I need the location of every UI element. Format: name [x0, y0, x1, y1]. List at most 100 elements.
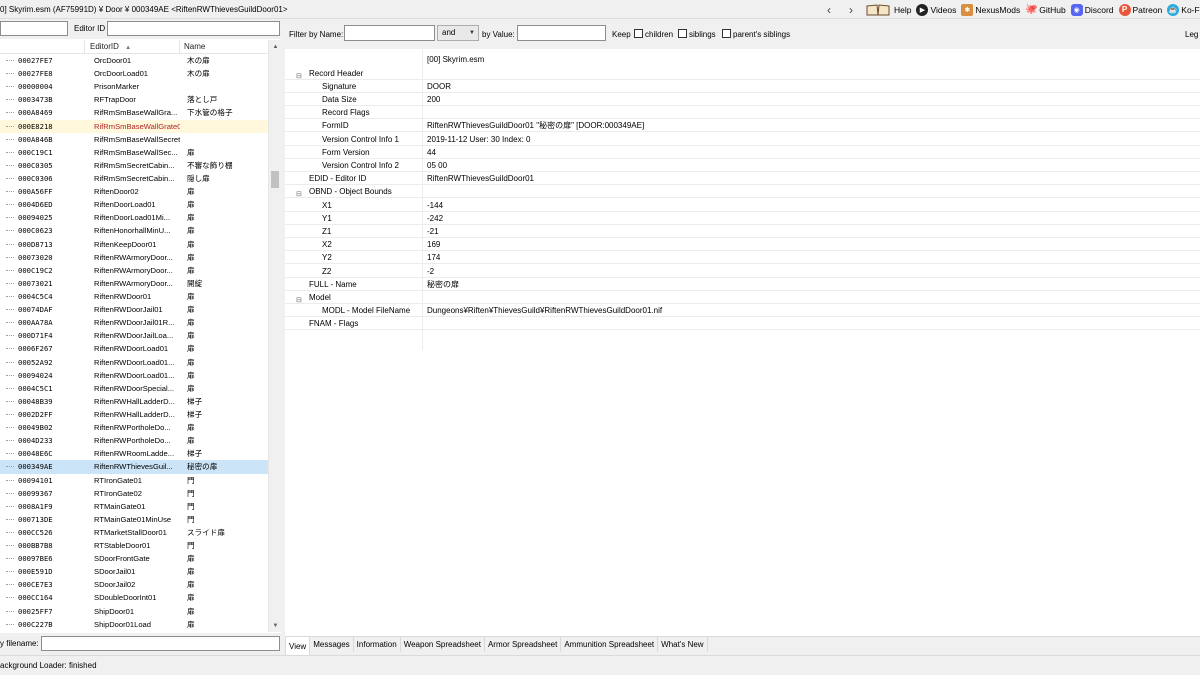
view-row[interactable]: X2 169 [285, 238, 1200, 252]
record-list-scrollbar[interactable]: ▲ ▼ [268, 40, 281, 632]
view-row[interactable]: ⊟ OBND - Object Bounds [285, 185, 1200, 199]
record-list-row[interactable]: 000E8218 RifRmSmBaseWallGrate01Act [0, 119, 268, 133]
record-list-row[interactable]: 000D71F4 RiftenRWDoorJailLoa... 扉 [0, 329, 268, 342]
scrollbar-thumb[interactable] [271, 171, 279, 188]
tree-connector [6, 400, 14, 402]
column-header-name[interactable]: Name [184, 42, 205, 51]
record-list-row[interactable]: 000E591D SDoorJail01 扉 [0, 565, 268, 578]
view-row[interactable]: ⊟ Record Header [285, 67, 1200, 80]
record-list-row[interactable]: 000C19C2 RiftenRWArmoryDoor... 扉 [0, 264, 268, 277]
record-list-row[interactable]: 000C19C1 RifRmSmBaseWallSec... 扉 [0, 146, 268, 159]
list-header: EditorID ▲ Name [0, 40, 268, 54]
videos-link[interactable]: ▶ Videos [916, 3, 956, 16]
record-list-row[interactable]: 00099367 RTIronGate02 門 [0, 487, 268, 500]
view-row[interactable]: FNAM - Flags [285, 317, 1200, 331]
record-list-row[interactable]: 00094101 RTIronGate01 門 [0, 474, 268, 487]
record-list-row[interactable]: 00094025 RiftenDoorLoad01Mi... 扉 [0, 211, 268, 224]
view-row[interactable]: Version Control Info 1 2019-11-12 User: 3… [285, 133, 1200, 146]
record-list-row[interactable]: 000D8713 RiftenKeepDoor01 扉 [0, 238, 268, 251]
record-list-row[interactable]: 00097BE6 SDoorFrontGate 扉 [0, 552, 268, 565]
tab-what-s-new[interactable]: What's New [658, 637, 708, 652]
record-list-row[interactable]: 000A8469 RifRmSmBaseWallGra... 下水管の格子 [0, 106, 268, 119]
record-list-row[interactable]: 000713DE RTMainGate01MinUse 門 [0, 513, 268, 526]
record-list-row[interactable]: 00094024 RiftenRWDoorLoad01... 扉 [0, 369, 268, 382]
keep-parents-siblings-checkbox[interactable] [722, 29, 731, 38]
kofi-link[interactable]: ☕ Ko-Fi [1167, 3, 1200, 16]
record-list-row[interactable]: 00000004 PrisonMarker [0, 80, 268, 93]
tab-information[interactable]: Information [354, 637, 401, 652]
github-link[interactable]: 🐙 GitHub [1025, 4, 1066, 16]
filename-filter-input[interactable] [41, 636, 280, 651]
view-row[interactable]: Signature DOOR [285, 80, 1200, 93]
record-list-row[interactable]: 00052A92 RiftenRWDoorLoad01... 扉 [0, 356, 268, 369]
view-row[interactable]: Y2 174 [285, 251, 1200, 265]
record-list-row[interactable]: 00049B02 RiftenRWPortholeDo... 扉 [0, 421, 268, 434]
forward-button[interactable]: › [840, 0, 862, 19]
view-row[interactable]: EDID - Editor ID RiftenRWThievesGuildDoor… [285, 172, 1200, 186]
view-row[interactable]: Y1 -242 [285, 212, 1200, 225]
tab-view[interactable]: View [285, 637, 311, 656]
editorid-filter-input[interactable] [107, 21, 280, 36]
record-list-row[interactable]: 000AA78A RiftenRWDoorJail01R... 扉 [0, 316, 268, 329]
record-list-row[interactable]: 00073020 RiftenRWArmoryDoor... 扉 [0, 251, 268, 264]
view-row[interactable]: Data Size 200 [285, 93, 1200, 107]
record-list-row[interactable]: 00073021 RiftenRWArmoryDoor... 開綻 [0, 277, 268, 290]
record-list-row[interactable]: 000CC164 SDoubleDoorInt01 扉 [0, 591, 268, 604]
patreon-link[interactable]: P Patreon [1118, 3, 1162, 16]
record-list-row[interactable]: 0008A1F9 RTMainGate01 門 [0, 500, 268, 513]
view-row[interactable]: X1 -144 [285, 199, 1200, 212]
record-list-row[interactable]: 0004C5C4 RiftenRWDoor01 扉 [0, 290, 268, 303]
tab-weapon-spreadsheet[interactable]: Weapon Spreadsheet [401, 637, 485, 652]
filter-operator-select[interactable]: and ▼ [437, 25, 479, 41]
view-row-label: Data Size [322, 94, 357, 104]
record-list-row[interactable]: 000C0305 RifRmSmSecretCabin... 不審な飾り棚 [0, 159, 268, 172]
record-list-row[interactable]: 00048E6C RiftenRWRoomLadde... 梯子 [0, 447, 268, 460]
record-list-row[interactable]: 0003473B RFTrapDoor 落とし戸 [0, 93, 268, 106]
record-list-row[interactable]: 000A846B RifRmSmBaseWallSecretDoor01 [0, 133, 268, 146]
record-list-row[interactable]: 000C227B ShipDoor01Load 扉 [0, 618, 268, 631]
record-list-row[interactable]: 0004D6ED RiftenDoorLoad01 扉 [0, 198, 268, 211]
column-separator[interactable] [84, 40, 85, 54]
record-list-row[interactable]: 00027FE7 OrcDoor01 木の扉 [0, 54, 268, 67]
view-row-value: 05 00 [427, 160, 448, 170]
view-row[interactable]: Record Flags [285, 106, 1200, 120]
record-list-row[interactable]: 000C0623 RiftenHonorhallMinU... 扉 [0, 224, 268, 237]
record-list-row[interactable]: 0006F267 RiftenRWDoorLoad01 扉 [0, 342, 268, 355]
filter-by-name-input[interactable] [344, 25, 435, 41]
column-header-editorid[interactable]: EditorID ▲ [90, 42, 131, 51]
record-list-row[interactable]: 0004C5C1 RiftenRWDoorSpecial... 扉 [0, 382, 268, 395]
view-row[interactable]: Form Version 44 [285, 146, 1200, 159]
view-row[interactable]: Version Control Info 2 05 00 [285, 159, 1200, 173]
tab-ammunition-spreadsheet[interactable]: Ammunition Spreadsheet [561, 637, 659, 652]
record-list-row[interactable]: 00027FE8 OrcDoorLoad01 木の扉 [0, 67, 268, 80]
discord-link[interactable]: ◉ Discord [1070, 3, 1114, 16]
tab-messages[interactable]: Messages [310, 637, 354, 652]
keep-siblings-checkbox[interactable] [678, 29, 687, 38]
formid-filter-input[interactable] [0, 21, 68, 36]
view-row[interactable]: FormID RiftenRWThievesGuildDoor01 "秘密の扉" … [285, 119, 1200, 133]
record-list-row[interactable]: 000A56FF RiftenDoor02 扉 [0, 185, 268, 198]
view-row[interactable]: MODL - Model FileName Dungeons¥Riften¥Thi… [285, 304, 1200, 318]
view-row[interactable]: Z1 -21 [285, 225, 1200, 239]
keep-children-checkbox[interactable] [634, 29, 643, 38]
record-list-row[interactable]: 000CE7E3 SDoorJail02 扉 [0, 578, 268, 591]
record-list-row[interactable]: 00074DAF RiftenRWDoorJail01 扉 [0, 303, 268, 316]
filter-by-value-input[interactable] [517, 25, 606, 41]
record-list-row[interactable]: 0004D233 RiftenRWPortholeDo... 扉 [0, 434, 268, 447]
help-link[interactable]: Help [866, 3, 911, 16]
record-list-row[interactable]: 00025FF7 ShipDoor01 扉 [0, 605, 268, 618]
record-list-row[interactable]: 000C0306 RifRmSmSecretCabin... 隠し扉 [0, 172, 268, 185]
record-list-row[interactable]: 00048B39 RiftenRWHallLadderD... 梯子 [0, 395, 268, 408]
record-list-row[interactable]: 0002D2FF RiftenRWHallLadderD... 梯子 [0, 408, 268, 421]
view-row[interactable]: Z2 -2 [285, 265, 1200, 278]
tab-armor-spreadsheet[interactable]: Armor Spreadsheet [485, 637, 562, 652]
record-list-row[interactable]: 000349AE RiftenRWThievesGuil... 秘密の扉 [0, 460, 268, 474]
view-row[interactable]: FULL - Name 秘密の扉 [285, 278, 1200, 291]
record-list-row[interactable]: 000BB7B8 RTStableDoor01 門 [0, 539, 268, 552]
view-row[interactable]: ⊟ Model [285, 291, 1200, 305]
record-list-row[interactable]: 000CC526 RTMarketStallDoor01 スライド扉 [0, 526, 268, 539]
back-button[interactable]: ‹ [818, 0, 840, 19]
column-separator[interactable] [179, 40, 180, 54]
tree-connector [6, 112, 14, 114]
nexusmods-link[interactable]: ✱ NexusMods [961, 3, 1020, 16]
